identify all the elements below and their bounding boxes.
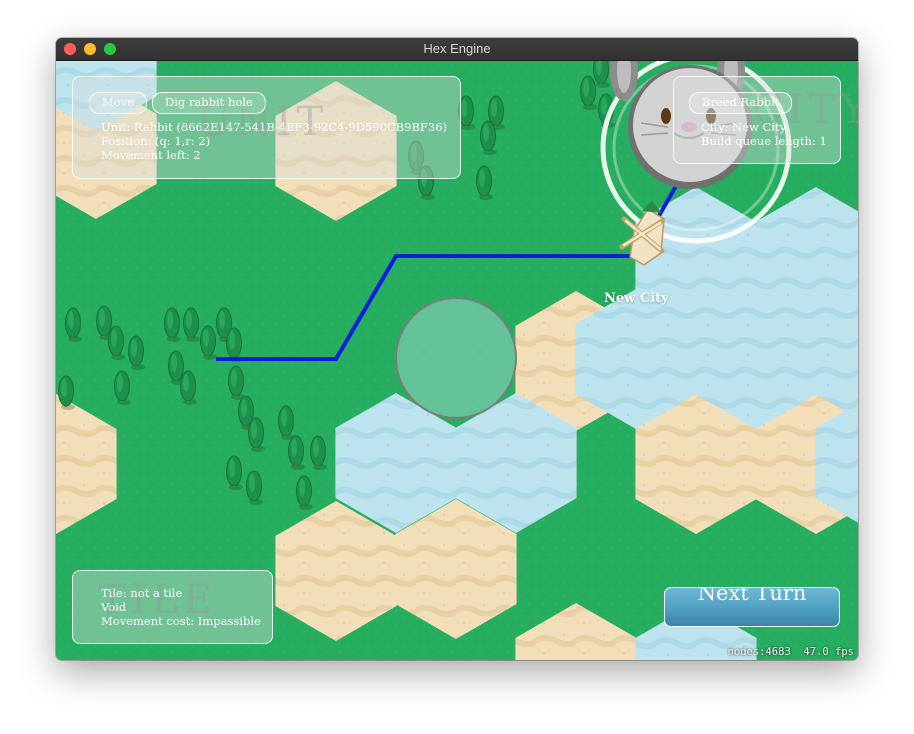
tile-panel: TILE Tile: not a tile Void Movement cost… bbox=[72, 570, 273, 644]
unit-panel: UNIT Move Dig rabbit hole Unit: Rabbit (… bbox=[72, 76, 461, 179]
breed-rabbit-button[interactable]: Breed Rabbit bbox=[689, 92, 793, 114]
next-turn-label: Next Turn bbox=[697, 587, 807, 605]
title-bar: Hex Engine bbox=[56, 38, 858, 61]
target-selection-circle bbox=[395, 297, 517, 419]
tile-name-text: Tile: not a tile bbox=[101, 586, 183, 600]
game-window: Hex Engine New City UNIT Move Dig rabbit… bbox=[56, 38, 858, 660]
build-queue-text: Build queue length: 1 bbox=[701, 134, 827, 148]
unit-info-text: Unit: Rabbit (8662E147-541B-4EF3-92C4-9D… bbox=[101, 120, 447, 134]
city-name-label: New City bbox=[604, 291, 669, 306]
node-count: nodes:4683 bbox=[727, 646, 791, 658]
tile-type-text: Void bbox=[101, 600, 127, 614]
dig-rabbit-hole-button[interactable]: Dig rabbit hole bbox=[152, 92, 266, 114]
next-turn-button[interactable]: Next Turn bbox=[664, 587, 840, 627]
fps-counter: 47.0 fps bbox=[803, 646, 854, 658]
window-title: Hex Engine bbox=[423, 41, 491, 56]
unit-position-text: Position: (q: 1,r: 2) bbox=[101, 134, 211, 148]
tile-cost-text: Movement cost: Impassible bbox=[101, 614, 261, 628]
unit-movement-text: Movement left: 2 bbox=[101, 148, 201, 162]
game-scene[interactable]: New City UNIT Move Dig rabbit hole Unit:… bbox=[56, 61, 858, 660]
city-panel: CITY Breed Rabbit City: New City Build q… bbox=[673, 76, 858, 164]
move-button[interactable]: Move bbox=[89, 92, 148, 114]
city-name-text: City: New City bbox=[701, 120, 787, 134]
render-stats: nodes:4683 47.0 fps bbox=[728, 646, 854, 658]
